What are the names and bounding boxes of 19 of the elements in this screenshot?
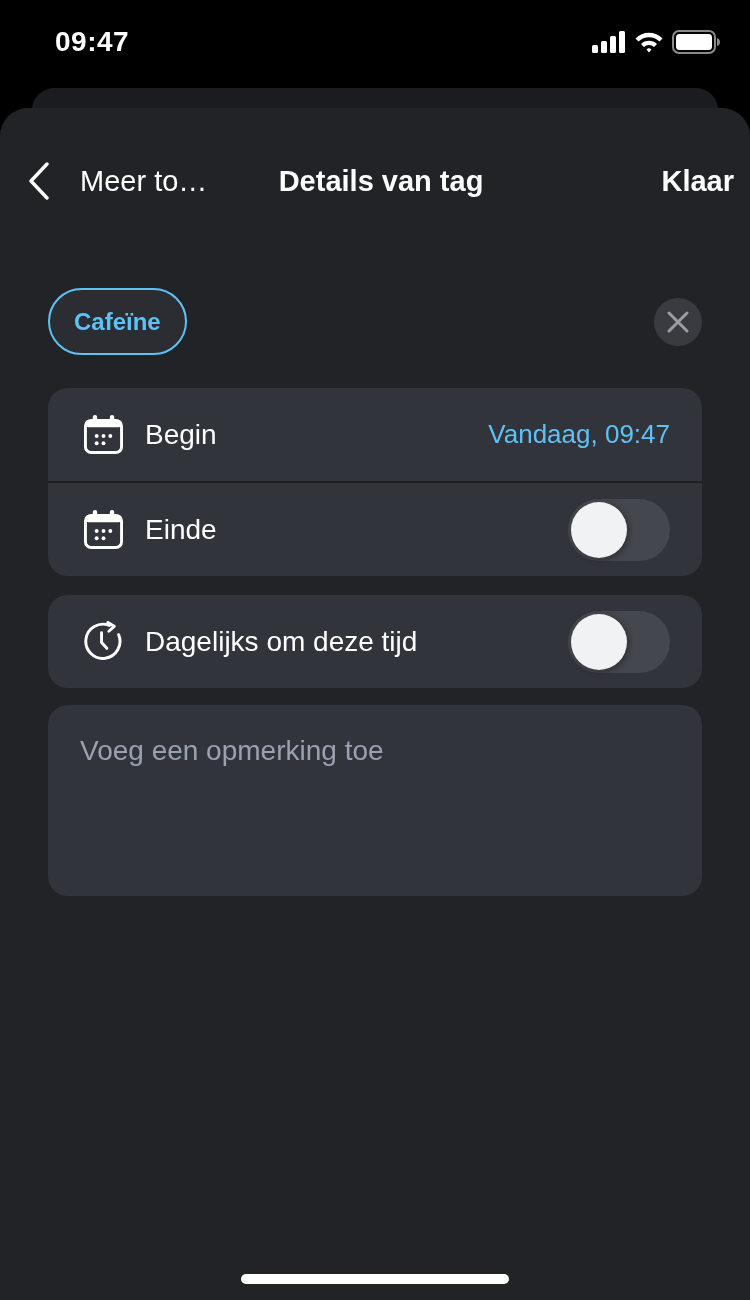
chevron-left-icon <box>28 162 50 200</box>
close-icon <box>667 310 689 333</box>
signal-icon <box>592 31 626 53</box>
battery-icon <box>672 30 720 54</box>
row-label: Einde <box>145 513 218 546</box>
calendar-icon <box>83 509 124 550</box>
done-button[interactable]: Klaar <box>661 151 734 211</box>
close-button[interactable] <box>654 297 702 346</box>
wifi-icon <box>634 31 664 53</box>
start-time-value[interactable]: Vandaag, 09:47 <box>488 419 670 450</box>
calendar-icon <box>83 414 124 455</box>
row-label: Dagelijks om deze tijd <box>145 625 419 658</box>
tag-chip[interactable]: Cafeïne <box>48 288 187 355</box>
note-field[interactable]: Voeg een opmerking toe <box>48 705 702 896</box>
repeat-clock-icon <box>83 621 124 662</box>
sheet-title: Details van tag <box>277 164 485 198</box>
status-time: 09:47 <box>55 26 130 58</box>
back-button[interactable]: Meer to… <box>28 151 208 211</box>
row-label: Begin <box>145 418 218 451</box>
